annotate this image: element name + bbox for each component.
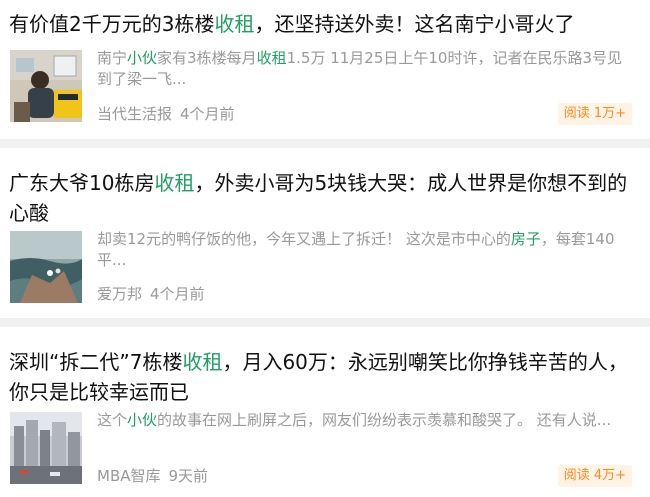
article-title[interactable]: 深圳“拆二代”7栋楼收租，月入60万：永远别嘲笑比你挣钱辛苦的人，你只是比较幸运… bbox=[9, 347, 632, 407]
article-card[interactable]: 深圳“拆二代”7栋楼收租，月入60万：永远别嘲笑比你挣钱辛苦的人，你只是比较幸运… bbox=[0, 327, 650, 497]
article-snippet: 却卖12元的鸭仔饭的他，今年又遇上了拆迁！ 这次是市中心的房子，每套140平..… bbox=[97, 230, 615, 269]
article-card[interactable]: 广东大爷10栋房收租，外卖小哥为5块钱大哭：成人世界是你想不到的心酸 却卖12元… bbox=[0, 148, 650, 318]
title-keyword-highlight: 收租 bbox=[154, 171, 195, 195]
title-text: 有价值2千万元的3栋楼 bbox=[9, 12, 215, 36]
article-time: 9天前 bbox=[168, 467, 209, 485]
article-meta: 当代生活报 4个月前 bbox=[97, 104, 235, 124]
article-meta: 爱万邦 4个月前 bbox=[97, 284, 205, 304]
news-feed: 有价值2千万元的3栋楼收租，还坚持送外卖！这名南宁小哥火了 南宁小伙家有3栋楼每… bbox=[0, 0, 650, 497]
title-text: ，还坚持送外卖！这名南宁小哥火了 bbox=[254, 12, 575, 36]
card-divider bbox=[0, 318, 650, 327]
article-title[interactable]: 广东大爷10栋房收租，外卖小哥为5块钱大哭：成人世界是你想不到的心酸 bbox=[9, 168, 632, 228]
article-time: 4个月前 bbox=[180, 105, 235, 123]
article-source: 当代生活报 bbox=[97, 105, 173, 123]
article-source: MBA智库 bbox=[97, 467, 161, 485]
article-snippet: 南宁小伙家有3栋楼每月收租1.5万 11月25日上午10时许，记者在民乐路3号见… bbox=[97, 49, 623, 88]
article-title[interactable]: 有价值2千万元的3栋楼收租，还坚持送外卖！这名南宁小哥火了 bbox=[9, 9, 632, 39]
article-meta: MBA智库 9天前 bbox=[97, 466, 208, 486]
article-thumbnail[interactable] bbox=[10, 231, 82, 303]
article-source: 爱万邦 bbox=[97, 285, 143, 303]
article-time: 4个月前 bbox=[150, 285, 205, 303]
article-thumbnail[interactable] bbox=[10, 412, 82, 484]
article-snippet: 这个小伙的故事在网上刷屏之后，网友们纷纷表示羡慕和酸哭了。 还有人说... bbox=[97, 411, 612, 429]
read-count-badge: 阅读 4万+ bbox=[557, 465, 632, 487]
title-keyword-highlight: 收租 bbox=[182, 350, 223, 374]
card-divider bbox=[0, 139, 650, 148]
article-card[interactable]: 有价值2千万元的3栋楼收租，还坚持送外卖！这名南宁小哥火了 南宁小伙家有3栋楼每… bbox=[0, 0, 650, 139]
title-keyword-highlight: 收租 bbox=[214, 12, 255, 36]
read-count-badge: 阅读 1万+ bbox=[557, 103, 632, 125]
article-thumbnail[interactable] bbox=[10, 50, 82, 122]
